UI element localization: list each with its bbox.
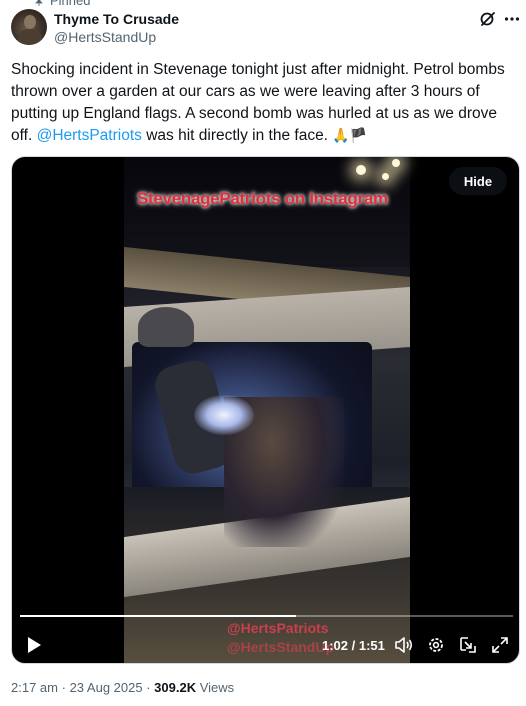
emoji: 🙏🏴	[332, 128, 368, 144]
avatar[interactable]	[11, 9, 47, 45]
video-time: 1:02 / 1:51	[322, 638, 385, 653]
video-player[interactable]: StevenagePatriots on Instagram @HertsPat…	[11, 156, 520, 664]
volume-icon[interactable]	[392, 633, 416, 657]
author-handle[interactable]: @HertsStandUp	[54, 29, 156, 45]
more-icon[interactable]	[502, 9, 522, 29]
tweet-time[interactable]: 2:17 am	[11, 680, 58, 695]
picture-in-picture-icon[interactable]	[456, 633, 480, 657]
mention-link[interactable]: @HertsPatriots	[37, 127, 142, 144]
pin-icon	[34, 0, 44, 6]
settings-icon[interactable]	[424, 633, 448, 657]
pinned-label: Pinned	[50, 0, 91, 8]
tweet-meta: 2:17 am · 23 Aug 2025 · 309.2K Views	[11, 680, 235, 695]
pinned-indicator: Pinned	[34, 0, 90, 8]
author-name[interactable]: Thyme To Crusade	[54, 11, 179, 27]
video-progress-bar[interactable]	[20, 615, 513, 617]
grok-icon[interactable]	[478, 9, 498, 29]
play-icon[interactable]	[22, 633, 46, 657]
views-count: 309.2K	[154, 680, 197, 695]
tweet-text: Shocking incident in Stevenage tonight j…	[11, 59, 521, 147]
video-progress-fill	[20, 615, 296, 617]
video-frame[interactable]	[124, 157, 410, 663]
views-label: Views	[199, 680, 235, 695]
fullscreen-icon[interactable]	[488, 633, 512, 657]
tweet-date[interactable]: 23 Aug 2025	[70, 680, 143, 695]
video-controls: 1:02 / 1:51	[12, 629, 519, 661]
video-watermark-top: StevenagePatriots on Instagram	[137, 189, 388, 208]
tweet-text-tail: was hit directly in the face.	[141, 127, 333, 144]
hide-button[interactable]: Hide	[449, 167, 507, 195]
